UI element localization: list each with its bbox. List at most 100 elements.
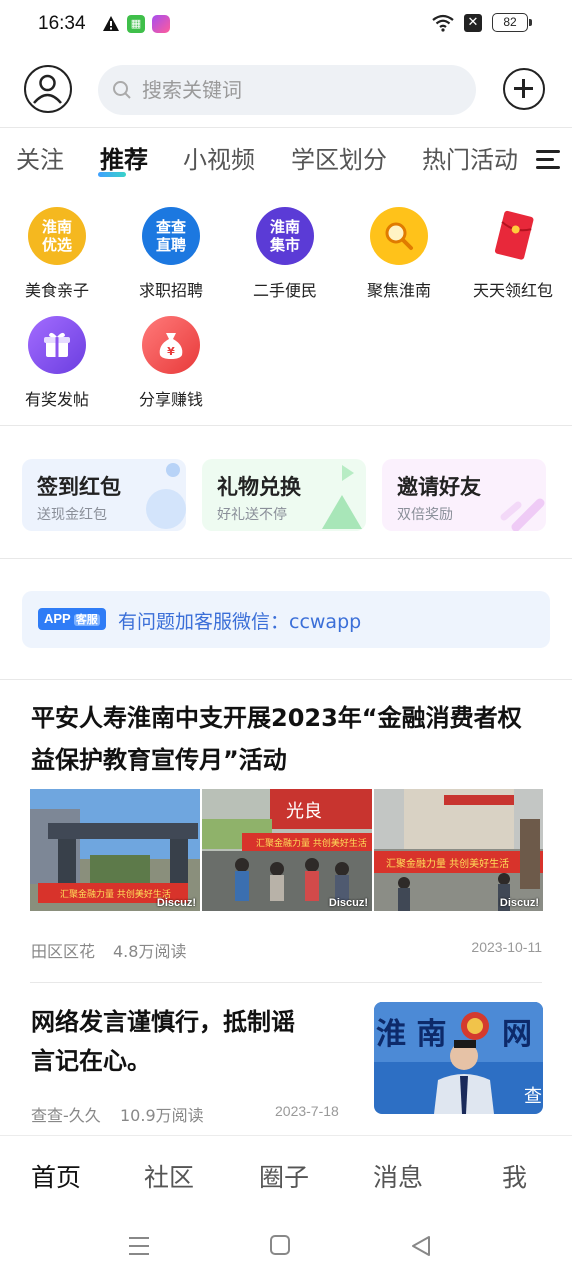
status-bar: 16:34 ▦ ✕ 82 [0,0,572,52]
battery-icon: 82 [492,13,532,32]
article-author: 田区区花 [31,942,96,961]
svg-text:查: 查 [524,1086,542,1107]
svg-text:¥: ¥ [167,345,175,358]
app-service-badge: APP 客服 [38,608,106,630]
svg-text:光良: 光良 [286,801,322,822]
quick-icon-food[interactable]: 淮南 优选 美食亲子 [0,207,114,301]
quick-icon-focus[interactable]: 聚焦淮南 [342,207,456,301]
banner-text: 有问题加客服微信：ccwapp [118,611,362,633]
back-icon[interactable] [410,1235,432,1257]
decorative-shape [166,463,180,477]
menu-icon[interactable] [536,150,560,170]
nav-community[interactable]: 社区 [144,1158,194,1194]
tab-follow[interactable]: 关注 [16,140,64,175]
search-input[interactable] [142,78,442,102]
system-navigation-bar [0,1215,572,1280]
card-subtitle: 好礼送不停 [217,507,287,523]
article-title: 言记在心。 [31,1047,151,1075]
card-invite-friends[interactable]: 邀请好友 双倍奖励 [382,459,546,531]
recent-apps-icon[interactable] [128,1235,150,1257]
market-icon: 淮南 集市 [256,207,314,265]
article-reads: 10.9万阅读 [120,1106,204,1125]
nav-me[interactable]: 我 [502,1158,527,1194]
red-packet-icon [484,207,542,265]
tab-short-video[interactable]: 小视频 [183,140,255,175]
article-thumbnail: 光良 汇聚金融力量 共创美好生活 Discuz! [202,789,372,911]
decorative-shape [500,498,545,531]
card-subtitle: 送现金红包 [37,507,107,523]
divider [0,679,572,680]
decorative-shape [322,465,362,529]
wifi-icon [432,14,454,32]
svg-text:汇聚金融力量 共创美好生活: 汇聚金融力量 共创美好生活 [256,837,367,849]
article-date: 2023-10-11 [471,939,542,955]
warning-icon [103,16,119,31]
search-bar[interactable] [98,65,476,115]
divider [0,425,572,426]
add-button[interactable] [503,68,545,110]
magnifier-icon [370,207,428,265]
article-title: 网络发言谨慎行，抵制谣 [31,1008,295,1036]
article-author: 查查-久久 [31,1106,101,1125]
customer-service-banner[interactable]: APP 客服 有问题加客服微信：ccwapp [22,591,550,648]
app-notification-icon: ▦ [127,15,145,33]
card-checkin-redpacket[interactable]: 签到红包 送现金红包 [22,459,186,531]
quick-icon-label: 天天领红包 [472,281,553,300]
quick-icon-label: 聚焦淮南 [366,281,431,300]
article-thumbnail: 汇聚金融力量 共创美好生活 Discuz! [374,789,543,911]
article-date: 2023-7-18 [275,1103,339,1119]
article-thumbnail: 淮 南 网 查 [374,1002,543,1114]
quick-icon-label: 美食亲子 [24,281,89,300]
thumbnail-watermark: Discuz! [328,897,368,909]
active-tab-indicator [98,172,126,177]
tab-recommend[interactable]: 推荐 [100,140,148,175]
quick-icon-label: 二手便民 [252,281,317,300]
quick-icon-label: 有奖发帖 [24,390,89,409]
quick-icon-jobs[interactable]: 查查 直聘 求职招聘 [114,207,228,301]
quick-icon-share-earn[interactable]: ¥ 分享赚钱 [114,316,228,410]
svg-text:淮 南: 淮 南 [376,1017,446,1052]
avatar[interactable] [24,65,72,113]
bottom-nav: 首页 社区 圈子 消息 我 [0,1135,572,1215]
card-subtitle: 双倍奖励 [397,507,453,523]
card-title: 邀请好友 [397,475,481,499]
app-notification-icon [152,15,170,33]
article-reads: 4.8万阅读 [113,942,187,961]
gift-icon [28,316,86,374]
nav-home[interactable]: 首页 [31,1158,81,1194]
search-icon [113,81,131,99]
article-thumbnail: 汇聚金融力量 共创美好生活 Discuz! [30,789,200,911]
nav-messages[interactable]: 消息 [373,1158,423,1194]
category-tabs: 关注 推荐 小视频 学区划分 热门活动 [0,140,520,184]
close-box-icon: ✕ [464,13,482,32]
divider [30,982,542,983]
quick-icon-post-reward[interactable]: 有奖发帖 [0,316,114,410]
user-icon [33,74,62,104]
thumbnail-watermark: Discuz! [499,897,539,909]
jobs-icon: 查查 直聘 [142,207,200,265]
divider [0,127,572,128]
article-title: 平安人寿淮南中支开展2023年“金融消费者权 [31,704,522,732]
card-gift-exchange[interactable]: 礼物兑换 好礼送不停 [202,459,366,531]
decorative-shape [146,489,186,529]
svg-text:汇聚金融力量 共创美好生活: 汇聚金融力量 共创美好生活 [60,888,171,900]
tab-hot-events[interactable]: 热门活动 [422,140,518,175]
system-icons: ✕ 82 [432,13,532,32]
tab-school-district[interactable]: 学区划分 [291,140,387,175]
card-title: 签到红包 [37,475,121,499]
food-icon: 淮南 优选 [28,207,86,265]
svg-text:汇聚金融力量 共创美好生活: 汇聚金融力量 共创美好生活 [386,857,509,870]
thumbnail-watermark: Discuz! [156,897,196,909]
home-icon[interactable] [270,1235,290,1255]
nav-circles[interactable]: 圈子 [259,1158,309,1194]
article-title: 益保护教育宣传月”活动 [31,746,287,774]
divider [0,558,572,559]
quick-icon-label: 求职招聘 [138,281,203,300]
quick-icon-secondhand[interactable]: 淮南 集市 二手便民 [228,207,342,301]
quick-icon-redpacket[interactable]: 天天领红包 [456,207,570,301]
quick-icon-label: 分享赚钱 [138,390,203,409]
notification-icons: ▦ [102,15,170,33]
card-title: 礼物兑换 [217,475,301,499]
money-bag-icon: ¥ [142,316,200,374]
status-time: 16:34 [38,13,86,34]
